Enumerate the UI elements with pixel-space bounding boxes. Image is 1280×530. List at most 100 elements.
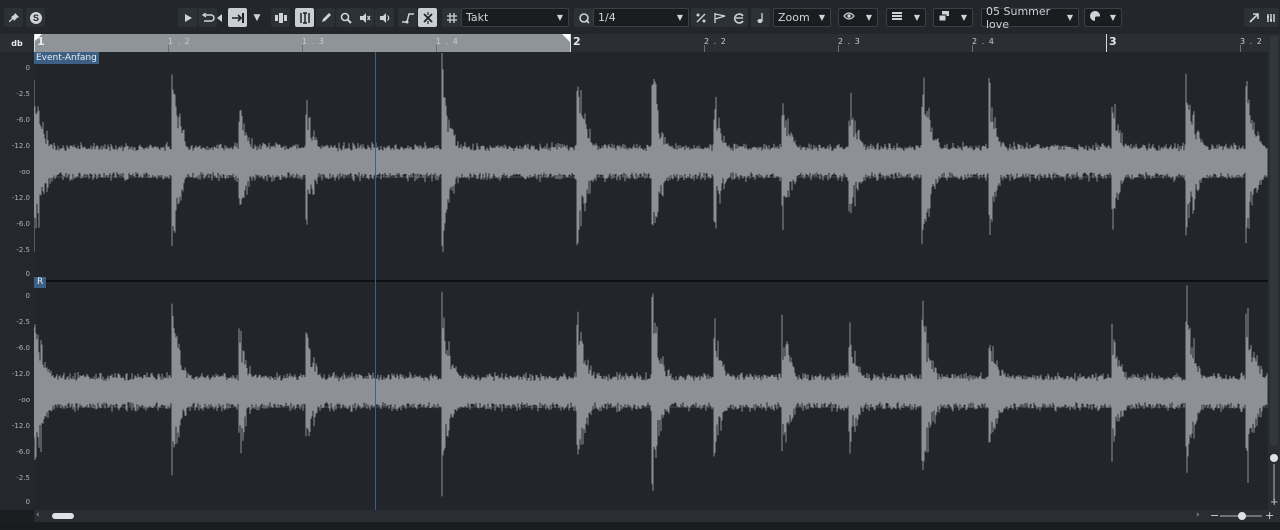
right-channel-label: R bbox=[34, 277, 47, 288]
ruler-tick-line bbox=[168, 45, 169, 52]
db-scale-label: -2.5 bbox=[16, 90, 30, 98]
eye-icon bbox=[843, 11, 855, 24]
db-scale-label: -12.0 bbox=[11, 370, 30, 378]
waveform-left-channel[interactable] bbox=[34, 52, 1268, 280]
solo-editor-icon[interactable]: S bbox=[26, 8, 45, 27]
db-scale-label: -12.0 bbox=[11, 194, 30, 202]
zoom-value: Zoom bbox=[778, 11, 810, 24]
scroll-left-icon[interactable]: ‹ bbox=[36, 510, 40, 520]
range-select-icon[interactable] bbox=[295, 8, 314, 27]
horizontal-scroll-thumb[interactable] bbox=[52, 513, 74, 519]
loop-icon[interactable] bbox=[198, 8, 217, 27]
chevron-down-icon: ▼ bbox=[1109, 13, 1116, 22]
event-start-marker[interactable]: Event-Anfang bbox=[34, 52, 99, 64]
ruler-tick-label: 2 . 2 bbox=[704, 37, 727, 46]
ruler-tick-line bbox=[34, 34, 35, 52]
ruler-tick-label: 3 . 2 bbox=[1240, 37, 1263, 46]
chevron-down-icon: ▼ bbox=[1066, 13, 1073, 22]
db-scale-label: -2.5 bbox=[16, 318, 30, 326]
chevron-down-icon: ▼ bbox=[676, 13, 683, 22]
range-end-handle[interactable] bbox=[562, 34, 570, 42]
chevron-down-icon: ▼ bbox=[818, 13, 825, 22]
zoom-icon[interactable] bbox=[336, 8, 355, 27]
db-scale-label: -12.0 bbox=[11, 422, 30, 430]
pin-icon[interactable] bbox=[4, 8, 23, 27]
db-unit-label: db bbox=[0, 34, 34, 52]
ruler-tick-label: 1 bbox=[37, 35, 46, 48]
chevron-down-icon: ▼ bbox=[556, 13, 563, 22]
quantize-select[interactable]: 1/4 ▼ bbox=[593, 8, 689, 27]
pencil-icon[interactable] bbox=[316, 8, 335, 27]
horizontal-zoom-in-icon[interactable]: + bbox=[1265, 509, 1274, 522]
ruler-tick-label: 2 . 3 bbox=[838, 37, 861, 46]
timeline-ruler[interactable]: 1 1 . 2 1 . 3 1 . 4 2 2 . 2 2 . 3 2 . 4 3 3 . 2 bbox=[34, 34, 1268, 52]
ruler-tick-label: 3 bbox=[1109, 35, 1118, 48]
ruler-tick-line bbox=[1106, 34, 1107, 52]
quantize-icon[interactable] bbox=[574, 8, 593, 27]
waveform-right bbox=[34, 285, 1268, 497]
open-in-window-icon[interactable] bbox=[1244, 8, 1263, 27]
play-icon[interactable] bbox=[178, 8, 197, 27]
ruler-tick-line bbox=[436, 45, 437, 52]
db-scale-label: 0 bbox=[25, 498, 30, 506]
horizontal-zoom-out-icon[interactable]: − bbox=[1210, 509, 1219, 522]
vertical-zoom-track[interactable] bbox=[1273, 464, 1275, 500]
chevron-down-icon: ▼ bbox=[960, 13, 967, 22]
waveform-left bbox=[34, 53, 1268, 252]
zoom-select[interactable]: Zoom ▼ bbox=[773, 8, 831, 27]
track-name: 05 Summer love bbox=[986, 4, 1051, 31]
db-scale-column: db 0 -2.5 -6.0 -12.0 -oo -12.0 -6.0 -2.5 0 0 -2.5… bbox=[0, 34, 34, 510]
ruler-tick-label: 1 . 4 bbox=[436, 37, 459, 46]
playback-cursor[interactable] bbox=[375, 52, 376, 510]
windows-icon bbox=[938, 10, 950, 25]
status-strip bbox=[0, 522, 1280, 530]
view-options-select[interactable]: ▼ bbox=[838, 8, 878, 27]
db-scale-label: -oo bbox=[18, 168, 30, 176]
db-scale-label: 0 bbox=[25, 270, 30, 278]
vertical-scroll-track[interactable] bbox=[1270, 36, 1278, 446]
palette-icon bbox=[1089, 10, 1102, 25]
layers-icon bbox=[891, 10, 903, 25]
mute-icon[interactable] bbox=[355, 8, 374, 27]
snap-icon[interactable] bbox=[418, 8, 437, 27]
zoom-in-icon[interactable]: + bbox=[1270, 497, 1278, 508]
note-value-icon[interactable] bbox=[751, 8, 770, 27]
vertical-zoom-bar[interactable]: − + bbox=[1268, 34, 1280, 510]
svg-text:S: S bbox=[32, 13, 38, 23]
ruler-tick-label: 1 . 3 bbox=[302, 37, 325, 46]
settings-icon[interactable] bbox=[1263, 8, 1279, 27]
ruler-tick-line bbox=[972, 45, 973, 52]
auto-scroll-icon[interactable] bbox=[228, 8, 247, 27]
play-menu-icon[interactable] bbox=[216, 8, 224, 27]
db-scale-label: -6.0 bbox=[16, 344, 30, 352]
toolbar: S ▼ Takt ▼ 1/4 ▼ Zoom ▼ ▼ ▼ ▼ 05 Summer … bbox=[0, 0, 1280, 35]
track-select[interactable]: 05 Summer love ▼ bbox=[981, 5, 1079, 31]
quantize-value: 1/4 bbox=[598, 11, 616, 24]
grid-type-select[interactable]: Takt ▼ bbox=[461, 8, 569, 27]
window-layout-select[interactable]: ▼ bbox=[933, 8, 973, 27]
ruler-tick-line bbox=[570, 34, 571, 52]
chevron-down-icon: ▼ bbox=[865, 13, 872, 22]
quantize-ends-icon[interactable] bbox=[710, 8, 729, 27]
snap-to-zero-icon[interactable] bbox=[271, 8, 290, 27]
event-color-select[interactable]: ▼ bbox=[1084, 8, 1122, 27]
db-scale-label: -2.5 bbox=[16, 474, 30, 482]
quantize-type-icon[interactable] bbox=[691, 8, 710, 27]
ruler-tick-line bbox=[302, 45, 303, 52]
layers-select[interactable]: ▼ bbox=[886, 8, 926, 27]
horizontal-zoom-handle[interactable] bbox=[1238, 512, 1246, 520]
waveform-right-channel[interactable] bbox=[34, 282, 1268, 510]
auto-scroll-dropdown-icon[interactable]: ▼ bbox=[250, 8, 264, 27]
horizontal-scrollbar[interactable]: ‹ › − + bbox=[34, 509, 1280, 522]
ruler-tick-line bbox=[838, 45, 839, 52]
speaker-icon[interactable] bbox=[375, 8, 394, 27]
iterative-quantize-icon[interactable] bbox=[729, 8, 748, 27]
db-scale-label: -oo bbox=[18, 396, 30, 404]
vertical-zoom-handle[interactable] bbox=[1270, 454, 1278, 462]
scroll-right-icon[interactable]: › bbox=[1196, 510, 1200, 520]
ruler-tick-label: 2 bbox=[573, 35, 582, 48]
db-scale-label: -6.0 bbox=[16, 448, 30, 456]
curve-icon[interactable] bbox=[398, 8, 417, 27]
chevron-down-icon: ▼ bbox=[913, 13, 920, 22]
grid-icon[interactable] bbox=[442, 8, 461, 27]
